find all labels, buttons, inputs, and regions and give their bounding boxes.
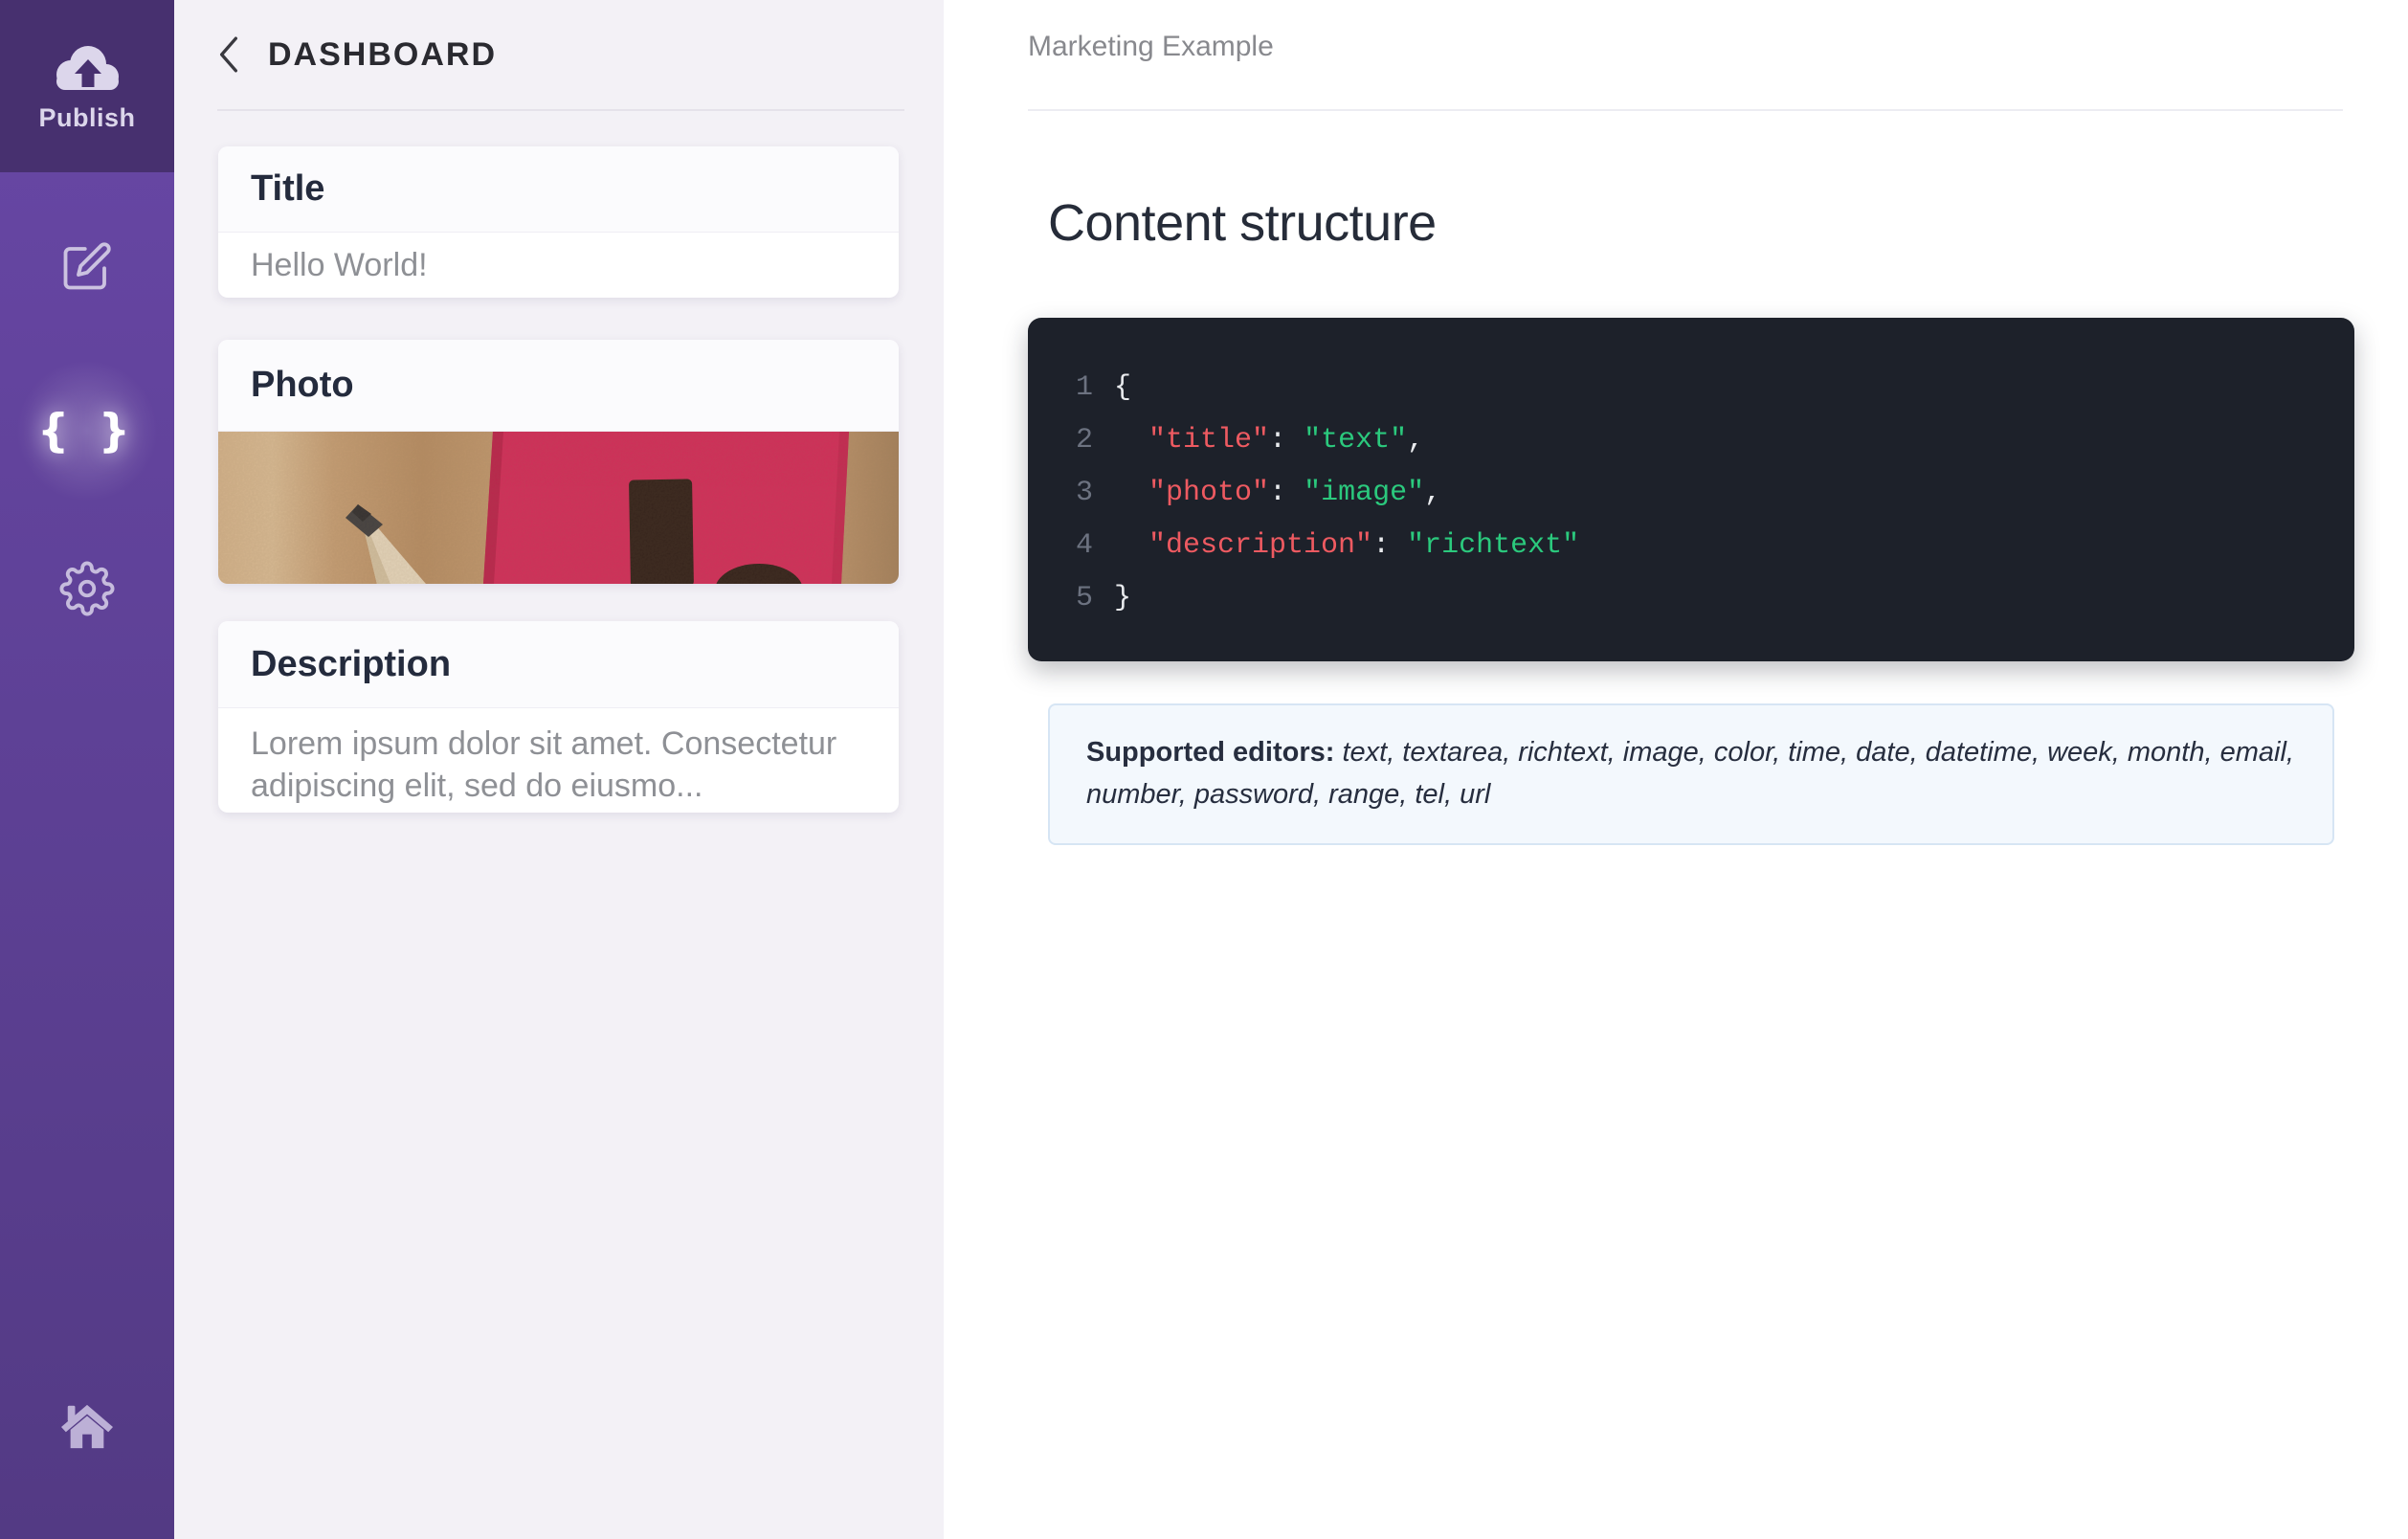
- supported-editors-note: Supported editors: text, textarea, richt…: [1048, 703, 2334, 845]
- sidebar-item-settings[interactable]: [0, 560, 174, 617]
- edit-icon: [63, 242, 111, 290]
- panel-divider: [217, 109, 904, 111]
- description-input[interactable]: Lorem ipsum dolor sit amet. Consectetur …: [218, 708, 899, 813]
- sidebar: Publish { }: [0, 0, 174, 1539]
- code-braces-icon: { }: [36, 404, 138, 457]
- home-icon: [61, 1404, 113, 1449]
- photo-image: [218, 432, 899, 584]
- content-panel: DASHBOARD Title Hello World! Photo Descr…: [174, 0, 944, 1539]
- field-card-title: Title Hello World!: [218, 146, 899, 298]
- publish-button[interactable]: Publish: [0, 0, 174, 172]
- sidebar-item-home[interactable]: [0, 1397, 174, 1455]
- upload-cloud-icon: [56, 45, 119, 90]
- breadcrumb: Marketing Example: [1028, 31, 1274, 62]
- chevron-left-icon: [219, 36, 238, 73]
- publish-label: Publish: [38, 102, 136, 132]
- settings-gear-icon: [59, 561, 115, 616]
- field-label: Description: [218, 621, 899, 708]
- sidebar-item-content-structure[interactable]: { }: [0, 395, 174, 466]
- title-input[interactable]: Hello World!: [218, 233, 899, 298]
- field-label: Photo: [218, 340, 899, 432]
- panel-header: DASHBOARD: [216, 34, 497, 75]
- field-card-photo: Photo: [218, 340, 899, 584]
- supported-editors-label: Supported editors:: [1086, 737, 1335, 768]
- page-title: Content structure: [1048, 194, 1437, 252]
- preview-pane: Marketing Example Content structure 1{ 2 …: [944, 0, 2408, 1539]
- photo-thumbnail[interactable]: [218, 432, 899, 584]
- code-line: 4 "description": "richtext": [1075, 528, 1580, 562]
- sidebar-item-editor[interactable]: [0, 239, 174, 293]
- panel-title: DASHBOARD: [268, 35, 497, 73]
- back-button[interactable]: [216, 34, 241, 75]
- code-line: 1{: [1075, 370, 1132, 404]
- field-card-description: Description Lorem ipsum dolor sit amet. …: [218, 621, 899, 813]
- code-line: 5}: [1075, 581, 1132, 614]
- app: Publish { } DASHBOARD Title Hello World!…: [0, 0, 2408, 1539]
- code-line: 2 "title": "text",: [1075, 423, 1425, 457]
- code-line: 3 "photo": "image",: [1075, 476, 1442, 509]
- field-label: Title: [218, 146, 899, 233]
- code-block: 1{ 2 "title": "text", 3 "photo": "image", 4…: [1028, 318, 2354, 661]
- main-divider: [1028, 109, 2343, 111]
